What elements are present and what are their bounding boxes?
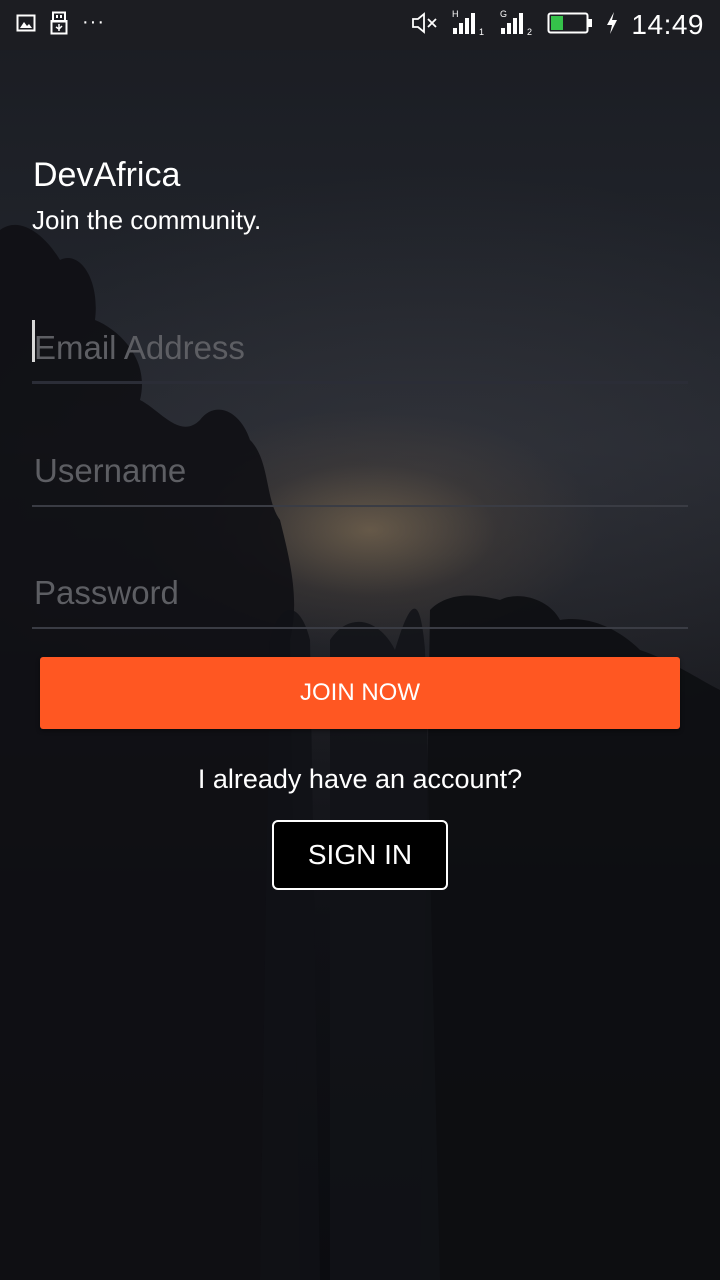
email-field[interactable] [32, 314, 688, 384]
have-account-text: I already have an account? [197, 764, 523, 794]
status-bar: ··· H 1 G 2 14:49 [0, 0, 720, 50]
app-title: DevAfrica [33, 156, 181, 194]
text-cursor [32, 320, 35, 362]
status-time: 14:49 [631, 9, 704, 40]
mute-icon [411, 11, 439, 40]
join-now-button[interactable]: JOIN NOW [40, 657, 680, 729]
charging-bolt-icon [605, 11, 619, 40]
more-dots-icon: ··· [82, 10, 105, 33]
sim1-network-label: H [452, 9, 459, 19]
sim2-network-label: G [500, 9, 507, 19]
signup-screen: DevAfrica Join the community. JOIN NOW I… [0, 0, 720, 1280]
sign-in-button[interactable]: SIGN IN [272, 820, 448, 890]
signal-sim1-icon: H 1 [451, 8, 487, 43]
signal-sim2-icon: G 2 [499, 8, 535, 43]
password-field[interactable] [32, 559, 688, 629]
username-input[interactable] [32, 437, 688, 505]
password-input[interactable] [32, 559, 688, 627]
email-input[interactable] [32, 314, 688, 381]
battery-icon [547, 12, 593, 39]
image-icon [16, 13, 36, 38]
sim2-slot-label: 2 [527, 27, 532, 37]
username-field[interactable] [32, 437, 688, 507]
usb-icon [50, 11, 68, 40]
sim1-slot-label: 1 [479, 27, 484, 37]
app-subtitle: Join the community. [32, 205, 262, 235]
